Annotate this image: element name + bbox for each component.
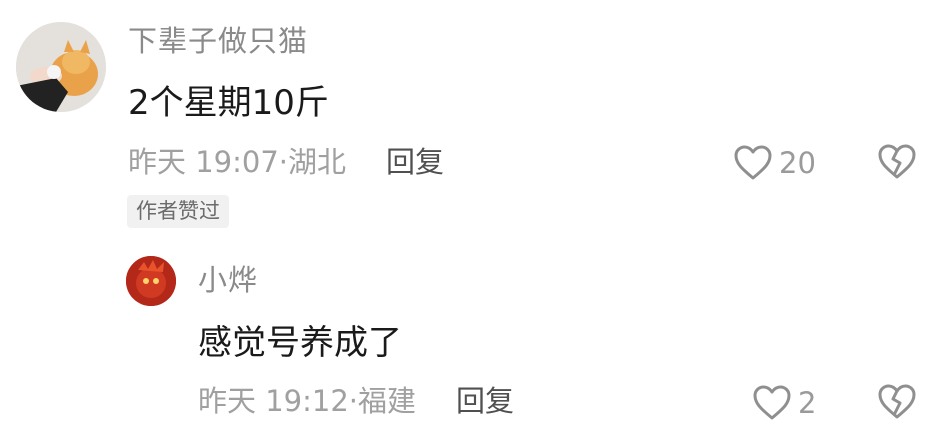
reply-reply-button[interactable]: 回复 [456,384,514,418]
reply-location: 福建 [358,384,417,418]
reply-dislike-button[interactable] [877,383,917,425]
dislike-button[interactable] [877,143,917,185]
reply-like-count: 2 [798,385,817,420]
reply-button[interactable]: 回复 [386,145,444,179]
reply-username[interactable]: 小烨 [198,266,258,295]
username[interactable]: 下辈子做只猫 [128,27,308,56]
reply-meta: 昨天 19:12·福建 回复 [198,387,514,416]
reply-avatar[interactable] [126,256,176,306]
reply-text: 感觉号养成了 [198,323,402,363]
meta-separator: · [348,384,359,418]
author-liked-badge: 作者赞过 [127,195,229,229]
like-count: 20 [779,145,816,180]
reply-like-button[interactable]: 2 [752,384,816,422]
heart-outline-icon [753,385,791,420]
heart-outline-icon [734,145,772,180]
timestamp: 昨天 19:07 [128,145,279,179]
comment-text: 2个星期10斤 [128,83,329,123]
avatar-red-character-icon [126,256,176,306]
broken-heart-outline-icon [878,144,916,179]
comment-meta: 昨天 19:07·湖北 回复 [128,148,444,177]
meta-separator: · [278,145,289,179]
avatar[interactable] [16,22,106,112]
location: 湖北 [288,145,347,179]
like-button[interactable]: 20 [733,144,816,182]
reply-timestamp: 昨天 19:12 [198,384,349,418]
broken-heart-outline-icon [878,384,916,419]
avatar-cat-photo-icon [16,22,106,112]
